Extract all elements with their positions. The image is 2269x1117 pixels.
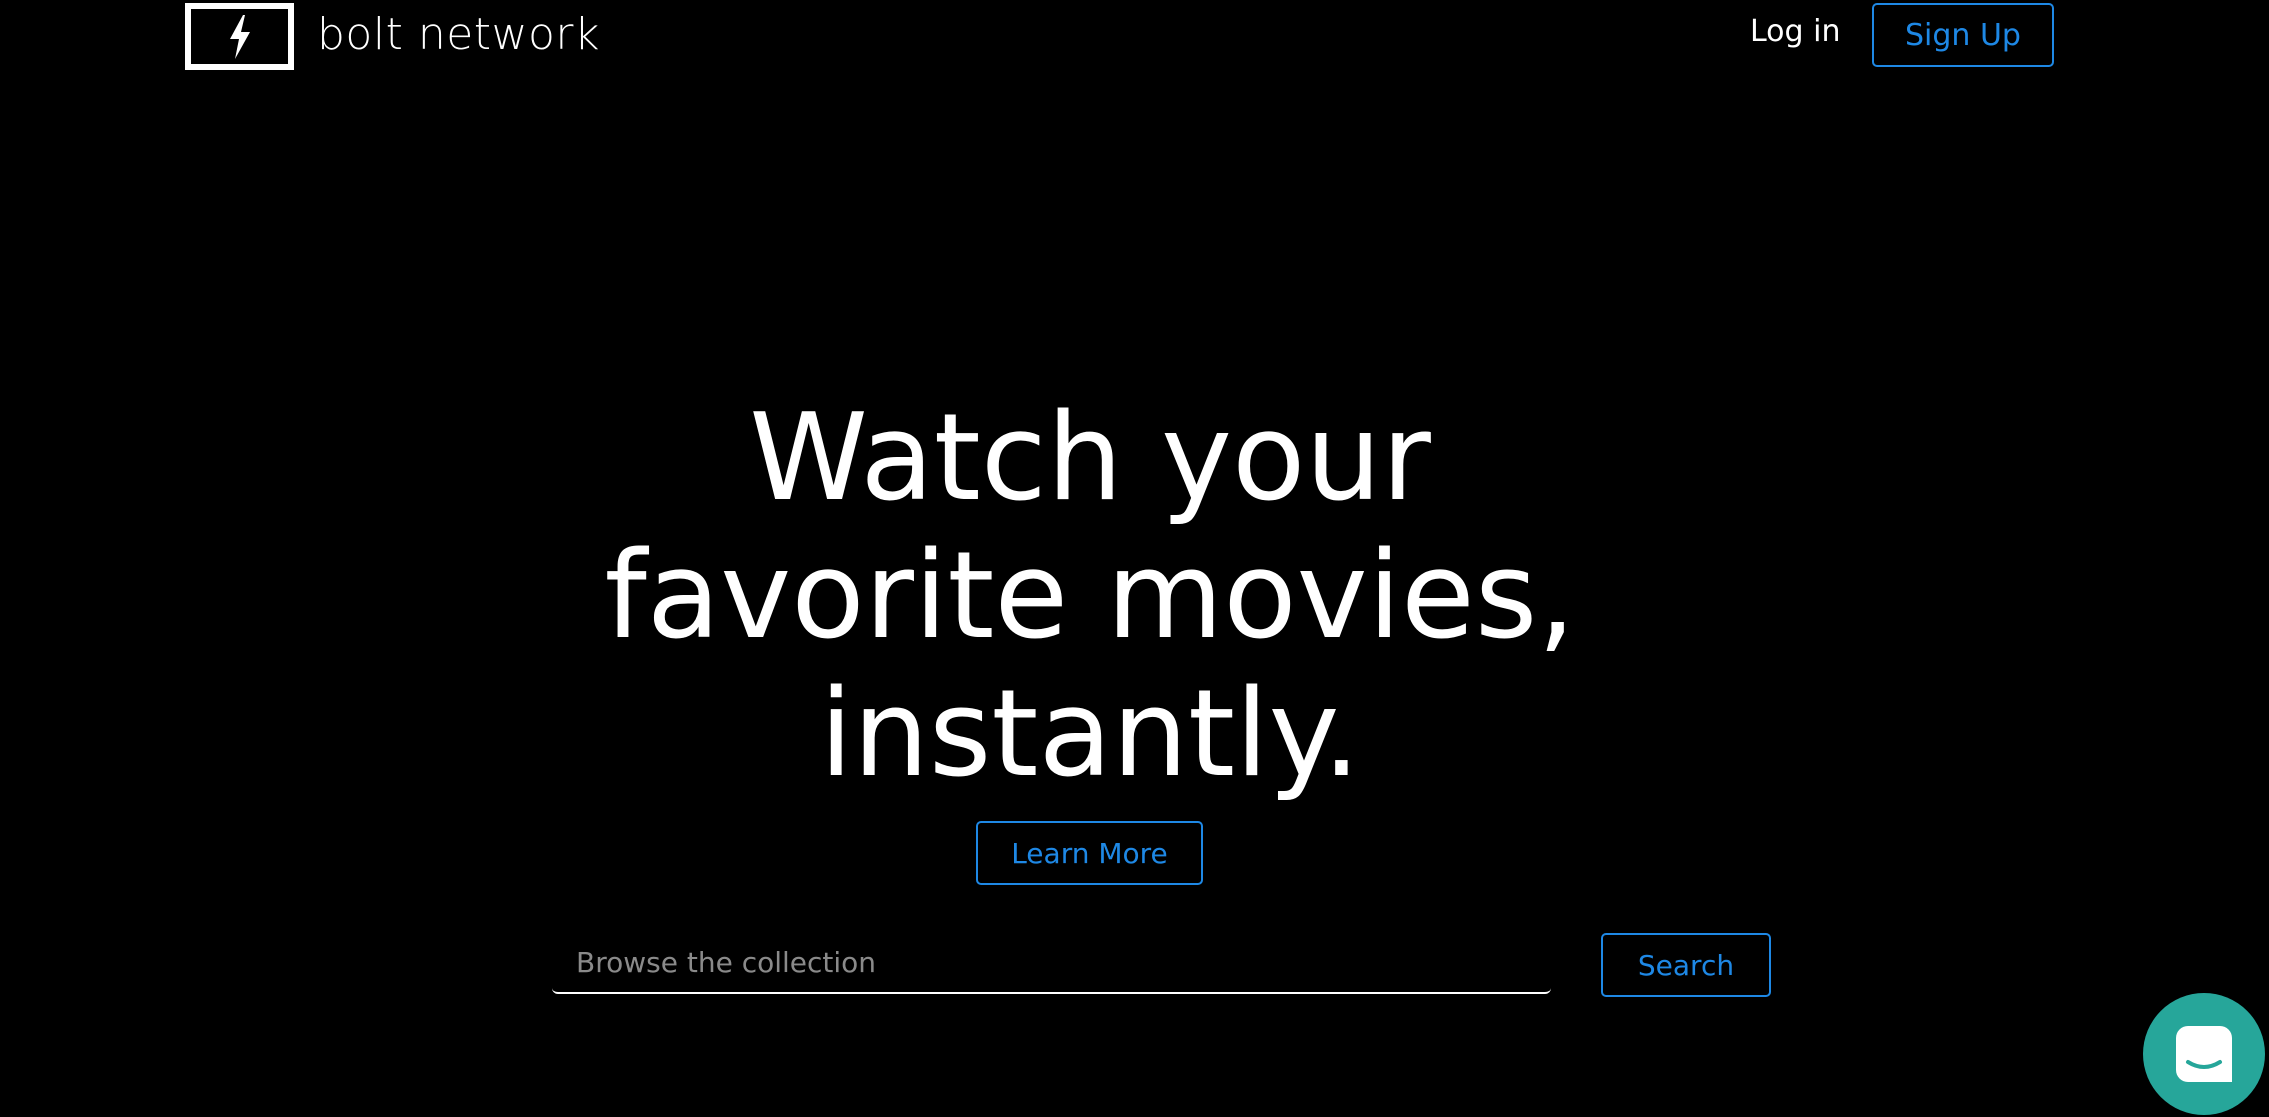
search-button[interactable]: Search <box>1601 933 1771 997</box>
signup-button[interactable]: Sign Up <box>1872 3 2054 67</box>
hero-title-line-2: favorite movies, <box>604 527 1576 666</box>
brand-logo[interactable] <box>185 3 294 70</box>
login-link[interactable]: Log in <box>1750 12 1840 52</box>
brand-name[interactable]: bolt network <box>317 7 600 63</box>
hero-title-line-1: Watch your <box>749 389 1431 528</box>
learn-more-button[interactable]: Learn More <box>976 821 1203 885</box>
chat-bubble-icon <box>2176 1026 2232 1082</box>
chat-launcher-button[interactable] <box>2143 993 2265 1115</box>
hero-title: Watch your favorite movies, instantly. <box>560 390 1620 804</box>
hero-title-line-3: instantly. <box>819 665 1361 804</box>
lightning-bolt-icon <box>229 14 250 59</box>
landing-page: bolt network Log in Sign Up Watch your f… <box>0 0 2269 1117</box>
search-input[interactable] <box>552 932 1551 994</box>
